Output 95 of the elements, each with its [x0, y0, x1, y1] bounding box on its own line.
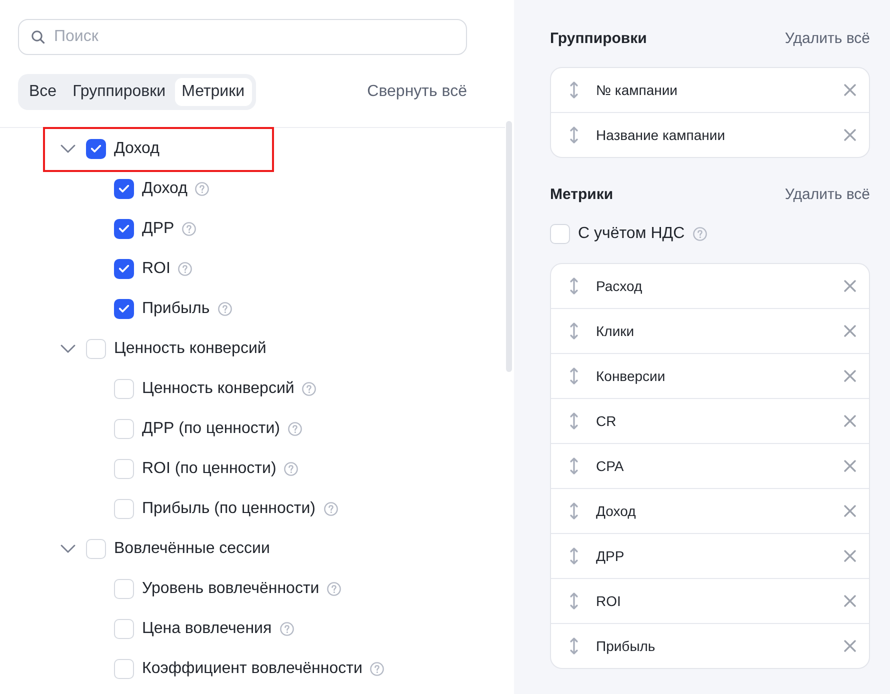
- list-item[interactable]: Доход: [551, 488, 869, 533]
- checkbox[interactable]: [86, 139, 106, 159]
- checkmark-icon: [91, 145, 101, 153]
- drag-handle-icon[interactable]: [569, 592, 579, 610]
- help-icon[interactable]: [195, 182, 210, 196]
- close-icon[interactable]: [844, 505, 856, 517]
- metric-label: Доход: [142, 180, 188, 198]
- drag-handle-icon[interactable]: [569, 547, 579, 565]
- item-label: № кампании: [596, 82, 678, 98]
- scrollbar[interactable]: [506, 121, 512, 372]
- item-label: Клики: [596, 323, 636, 339]
- group-label: Доход: [114, 140, 160, 158]
- metric-label: ДРР: [142, 220, 174, 238]
- item-label: Расход: [596, 278, 644, 294]
- help-icon[interactable]: [288, 422, 302, 436]
- help-icon[interactable]: [370, 662, 384, 676]
- list-item[interactable]: Расход: [551, 264, 869, 308]
- help-icon[interactable]: [692, 227, 707, 241]
- search-icon: [31, 30, 45, 44]
- drag-handle-icon[interactable]: [569, 637, 579, 655]
- item-label: Прибыль: [596, 638, 656, 654]
- list-item[interactable]: Конверсии: [551, 353, 869, 398]
- metric-label: ДРР (по ценности): [142, 420, 280, 438]
- item-label: Название кампании: [596, 127, 726, 143]
- help-icon[interactable]: [218, 302, 232, 316]
- drag-handle-icon[interactable]: [569, 502, 579, 520]
- close-icon[interactable]: [844, 129, 856, 141]
- help-icon[interactable]: [327, 582, 342, 596]
- close-icon[interactable]: [844, 415, 856, 427]
- checkmark-icon: [119, 225, 129, 233]
- chevron-down-icon[interactable]: [60, 344, 76, 354]
- close-icon[interactable]: [844, 460, 856, 472]
- metric-label: ROI (по ценности): [142, 460, 276, 478]
- close-icon[interactable]: [844, 280, 856, 292]
- close-icon[interactable]: [844, 550, 856, 562]
- drag-handle-icon[interactable]: [569, 81, 579, 99]
- list-item[interactable]: ДРР: [551, 533, 869, 578]
- metric-label: Ценность конверсий: [142, 380, 294, 398]
- metric-label: Цена вовлечения: [142, 620, 272, 638]
- section-title: Метрики: [550, 186, 614, 202]
- close-icon[interactable]: [844, 325, 856, 337]
- drag-handle-icon[interactable]: [569, 457, 579, 475]
- drag-handle-icon[interactable]: [569, 322, 579, 340]
- close-icon[interactable]: [844, 370, 856, 382]
- tab[interactable]: Группировки: [66, 78, 173, 106]
- chevron-down-icon[interactable]: [60, 144, 76, 154]
- group-label: Ценность конверсий: [114, 340, 266, 358]
- group-label: Вовлечённые сессии: [114, 540, 270, 558]
- help-icon[interactable]: [178, 262, 192, 276]
- item-label: ДРР: [596, 548, 626, 564]
- tab[interactable]: Метрики: [174, 78, 252, 106]
- checkmark-icon: [119, 265, 129, 273]
- collapse-all-link[interactable]: Свернуть всё: [367, 83, 467, 101]
- list-item[interactable]: CPA: [551, 443, 869, 488]
- help-icon[interactable]: [182, 222, 196, 236]
- checkbox[interactable]: [114, 259, 134, 279]
- help-icon[interactable]: [284, 462, 298, 476]
- metric-label: ROI: [142, 260, 170, 278]
- checkmark-icon: [119, 305, 129, 313]
- remove-all-link[interactable]: Удалить всё: [784, 30, 870, 46]
- tab[interactable]: Все: [22, 78, 64, 106]
- close-icon[interactable]: [844, 84, 856, 96]
- drag-handle-icon[interactable]: [569, 412, 579, 430]
- item-label: Доход: [596, 503, 637, 519]
- list-item[interactable]: Клики: [551, 308, 869, 353]
- chevron-down-icon[interactable]: [60, 544, 76, 554]
- checkbox[interactable]: [114, 299, 134, 319]
- list-item[interactable]: ROI: [551, 578, 869, 623]
- checkbox[interactable]: [114, 219, 134, 239]
- search-field[interactable]: Поиск: [18, 19, 467, 55]
- metric-label: Прибыль (по ценности): [142, 500, 316, 518]
- list-item[interactable]: № кампании: [551, 68, 869, 112]
- checkmark-icon: [119, 185, 129, 193]
- drag-handle-icon[interactable]: [569, 367, 579, 385]
- help-icon[interactable]: [324, 502, 338, 516]
- metric-label: Коэффициент вовлечённости: [142, 660, 362, 678]
- metric-label: Уровень вовлечённости: [142, 580, 320, 598]
- help-icon[interactable]: [302, 382, 316, 396]
- item-label: CPA: [596, 458, 625, 474]
- remove-all-link[interactable]: Удалить всё: [784, 186, 870, 202]
- close-icon[interactable]: [844, 595, 856, 607]
- checkbox-label: С учётом НДС: [578, 225, 685, 243]
- item-label: CR: [596, 413, 618, 429]
- drag-handle-icon[interactable]: [569, 126, 579, 144]
- list-item[interactable]: Прибыль: [551, 623, 869, 668]
- list-item[interactable]: Название кампании: [551, 112, 869, 157]
- section-title: Группировки: [550, 30, 647, 46]
- item-label: Конверсии: [596, 368, 666, 384]
- drag-handle-icon[interactable]: [569, 277, 579, 295]
- list-item[interactable]: CR: [551, 398, 869, 443]
- metric-label: Прибыль: [142, 300, 210, 318]
- checkbox[interactable]: [114, 179, 134, 199]
- item-label: ROI: [596, 593, 622, 609]
- help-icon[interactable]: [280, 622, 294, 636]
- close-icon[interactable]: [844, 640, 856, 652]
